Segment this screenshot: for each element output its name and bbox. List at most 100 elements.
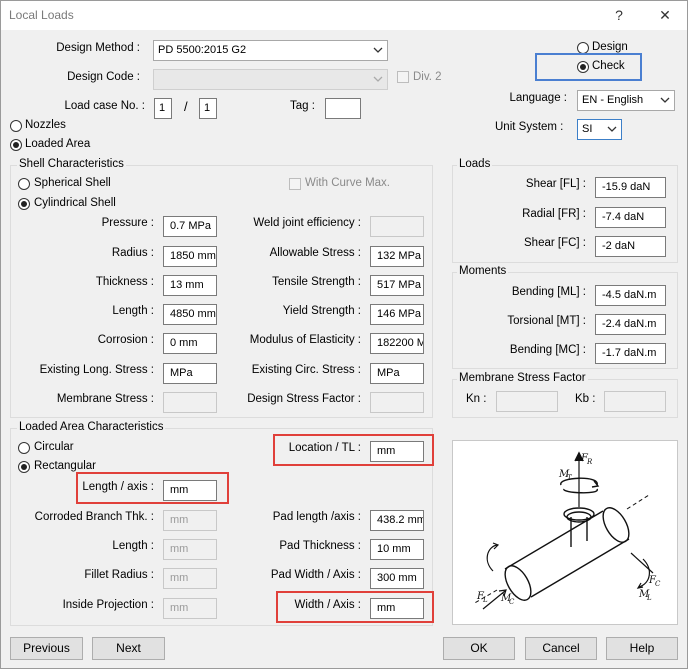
nozzles-label: Nozzles (25, 119, 66, 131)
pad-length-input[interactable]: 438.2 mm (370, 510, 424, 531)
tensile-strength-input[interactable]: 517 MPa (370, 275, 424, 296)
ok-button[interactable]: OK (443, 637, 515, 660)
inside-projection-label: Inside Projection : (62, 599, 154, 611)
circular-radio[interactable] (18, 442, 30, 454)
nozzle-diagram-drawing: F R M T F C M C F L M L (472, 451, 661, 610)
existing-circ-stress-input[interactable]: MPa (370, 363, 424, 384)
loaded-area-label: Loaded Area (25, 138, 91, 150)
mc-diagram-sub: C (509, 598, 515, 606)
kn-input (496, 391, 558, 412)
cancel-button[interactable]: Cancel (525, 637, 597, 660)
tag-label: Tag : (290, 100, 315, 112)
bending-ml-label: Bending [ML] : (511, 286, 586, 298)
fl-diagram-sub: L (482, 596, 488, 604)
unit-system-select[interactable]: SI (577, 119, 622, 140)
spherical-label: Spherical Shell (34, 177, 111, 189)
mt-diagram-sub: T (567, 474, 573, 482)
cylindrical-radio[interactable] (18, 198, 30, 210)
rectangular-radio[interactable] (18, 461, 30, 473)
pad-length-label: Pad length /axis : (272, 511, 361, 523)
next-button[interactable]: Next (92, 637, 165, 660)
pad-width-input[interactable]: 300 mm (370, 568, 424, 589)
bending-mc-input[interactable]: -1.7 daN.m (595, 343, 666, 364)
torsional-mt-input[interactable]: -2.4 daN.m (595, 314, 666, 335)
pressure-label: Pressure : (101, 217, 154, 229)
pad-thickness-input[interactable]: 10 mm (370, 539, 424, 560)
unit-system-value: SI (582, 123, 593, 135)
language-value: EN - English (582, 94, 644, 106)
shear-fc-input[interactable]: -2 daN (595, 236, 666, 257)
kb-label: Kb : (575, 393, 596, 405)
loads-legend: Loads (457, 158, 493, 170)
shear-fl-label: Shear [FL] : (525, 178, 586, 190)
membrane-factor-legend: Membrane Stress Factor (457, 372, 588, 384)
load-case-label: Load case No. : (64, 100, 145, 112)
title-bar: Local Loads ? ✕ (1, 1, 687, 30)
design-code-select[interactable] (153, 69, 388, 90)
membrane-stress-input (163, 392, 217, 413)
close-icon[interactable]: ✕ (654, 5, 676, 25)
tensile-strength-label: Tensile Strength : (272, 276, 361, 288)
load-case-total: 1 (199, 98, 217, 119)
weld-efficiency-input (370, 216, 424, 237)
language-select[interactable]: EN - English (577, 90, 675, 111)
bending-ml-input[interactable]: -4.5 daN.m (595, 285, 666, 306)
corroded-branch-label: Corroded Branch Thk. : (34, 511, 154, 523)
curve-max-checkbox[interactable] (289, 178, 301, 190)
existing-long-stress-input[interactable]: MPa (163, 363, 217, 384)
modulus-label: Modulus of Elasticity : (249, 334, 361, 346)
yield-strength-input[interactable]: 146 MPa (370, 304, 424, 325)
check-mode-label: Check (592, 60, 625, 72)
inside-projection-input: mm (163, 598, 217, 619)
pressure-input[interactable]: 0.7 MPa (163, 216, 217, 237)
corrosion-label: Corrosion : (97, 334, 154, 346)
branch-length-input: mm (163, 539, 217, 560)
tag-input[interactable] (325, 98, 361, 119)
existing-long-stress-label: Existing Long. Stress : (39, 364, 154, 376)
help-icon[interactable]: ? (608, 5, 630, 25)
fillet-radius-input: mm (163, 568, 217, 589)
ml-diagram-sub: L (646, 594, 652, 602)
length-axis-input[interactable]: mm (163, 480, 217, 501)
design-code-label: Design Code : (67, 71, 140, 83)
torsional-mt-label: Torsional [MT] : (507, 315, 586, 327)
help-button[interactable]: Help (606, 637, 678, 660)
bending-mc-label: Bending [MC] : (509, 344, 586, 356)
radial-fr-label: Radial [FR] : (522, 208, 586, 220)
fr-diagram-sub: R (586, 458, 593, 466)
check-mode-radio[interactable] (577, 61, 589, 73)
corrosion-input[interactable]: 0 mm (163, 333, 217, 354)
modulus-input[interactable]: 182200 M (370, 333, 424, 354)
chevron-down-icon (607, 126, 617, 132)
previous-button[interactable]: Previous (10, 637, 83, 660)
design-method-value: PD 5500:2015 G2 (158, 44, 247, 56)
shear-fl-input[interactable]: -15.9 daN (595, 177, 666, 198)
allowable-stress-label: Allowable Stress : (269, 247, 361, 259)
pad-width-label: Pad Width / Axis : (270, 569, 361, 581)
chevron-down-icon (373, 76, 383, 82)
radial-fr-input[interactable]: -7.4 daN (595, 207, 666, 228)
design-method-select[interactable]: PD 5500:2015 G2 (153, 40, 388, 61)
length-input[interactable]: 4850 mm (163, 304, 217, 325)
radius-input[interactable]: 1850 mm (163, 246, 217, 267)
width-axis-input[interactable]: mm (370, 598, 424, 619)
weld-efficiency-label: Weld joint efficiency : (253, 217, 361, 229)
shear-fc-label: Shear [FC] : (524, 237, 586, 249)
design-stress-factor-input (370, 392, 424, 413)
div2-checkbox[interactable] (397, 71, 409, 83)
fc-diagram-sub: C (655, 580, 661, 588)
radius-label: Radius : (111, 247, 154, 259)
thickness-input[interactable]: 13 mm (163, 275, 217, 296)
nozzles-radio[interactable] (10, 120, 22, 132)
branch-length-label: Length : (112, 540, 154, 552)
spherical-radio[interactable] (18, 178, 30, 190)
design-method-label: Design Method : (56, 42, 140, 54)
chevron-down-icon (373, 47, 383, 53)
location-input[interactable]: mm (370, 441, 424, 462)
moments-legend: Moments (457, 265, 509, 277)
load-case-separator: / (184, 99, 188, 114)
loaded-area-radio[interactable] (10, 139, 22, 151)
language-label: Language : (509, 92, 567, 104)
load-case-input[interactable]: 1 (154, 98, 172, 119)
allowable-stress-input[interactable]: 132 MPa (370, 246, 424, 267)
